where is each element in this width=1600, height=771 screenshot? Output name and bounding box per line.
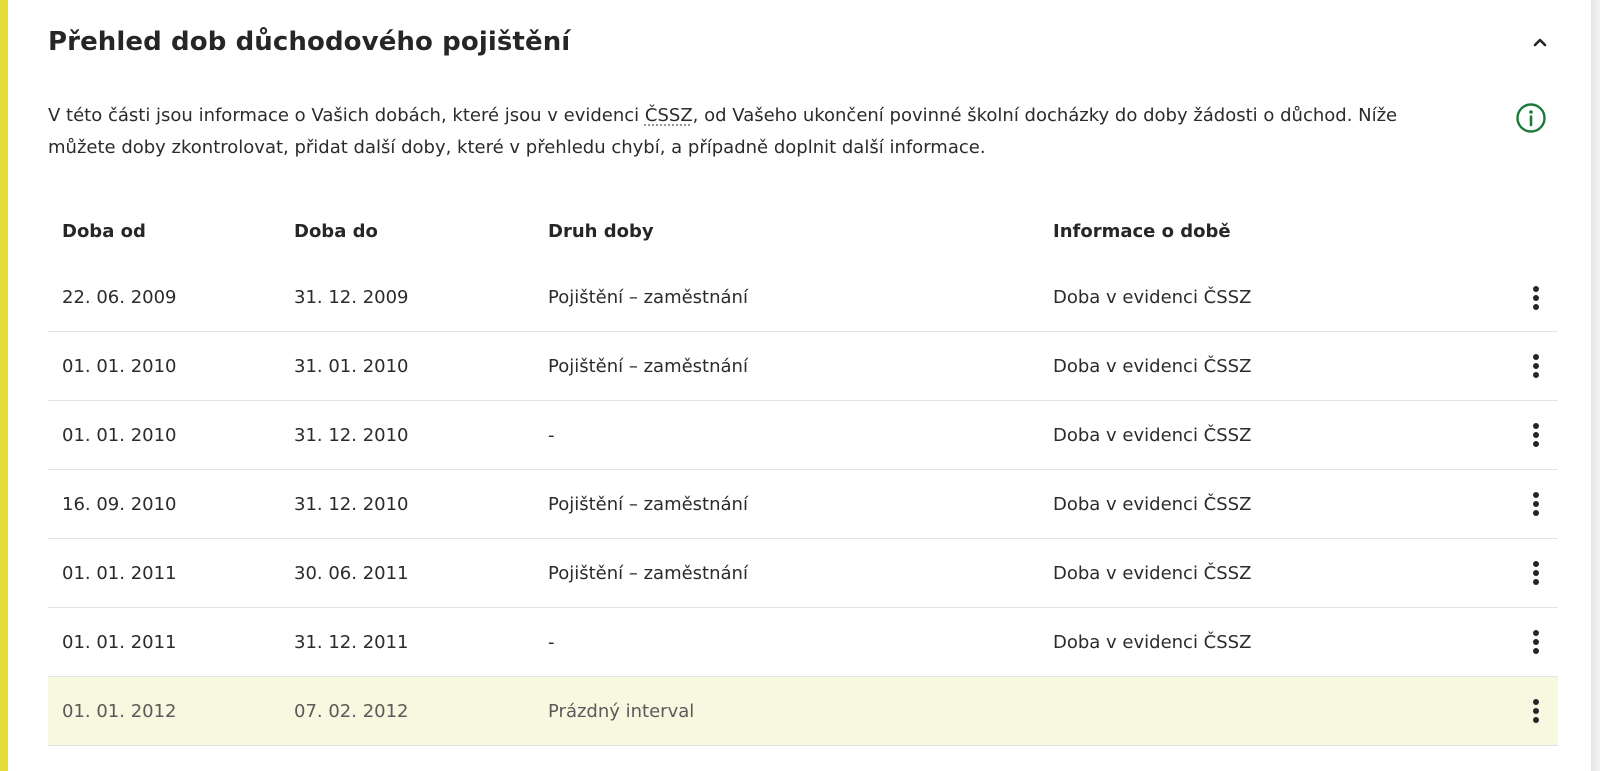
cell-period-to: 30. 06. 2011 bbox=[294, 562, 409, 584]
cell-period-to: 31. 01. 2010 bbox=[294, 355, 409, 377]
cell-period-from: 01. 01. 2010 bbox=[62, 355, 177, 377]
table-header: Doba od Doba do Druh doby Informace o do… bbox=[48, 198, 1558, 264]
cell-period-type: Pojištění – zaměstnání bbox=[548, 355, 748, 377]
cell-period-to: 07. 02. 2012 bbox=[294, 700, 409, 722]
cell-period-type: Pojištění – zaměstnání bbox=[548, 493, 748, 515]
row-actions bbox=[1458, 420, 1558, 450]
kebab-menu-icon[interactable] bbox=[1524, 351, 1548, 381]
cell-period-to: 31. 12. 2010 bbox=[294, 493, 409, 515]
cell-period-from: 01. 01. 2010 bbox=[62, 424, 177, 446]
section-title: Přehled dob důchodového pojištění bbox=[48, 27, 571, 57]
accent-bar bbox=[0, 0, 8, 771]
scroll-shadow bbox=[1591, 0, 1600, 771]
kebab-menu-icon[interactable] bbox=[1524, 558, 1548, 588]
cell-period-from: 16. 09. 2010 bbox=[62, 493, 177, 515]
cell-period-type: - bbox=[548, 424, 555, 446]
cell-period-type: Pojištění – zaměstnání bbox=[548, 562, 748, 584]
periods-table: Doba od Doba do Druh doby Informace o do… bbox=[48, 198, 1558, 746]
table-row: 01. 01. 2011 31. 12. 2011 - Doba v evide… bbox=[48, 608, 1558, 677]
kebab-menu-icon[interactable] bbox=[1524, 420, 1548, 450]
table-row: 22. 06. 2009 31. 12. 2009 Pojištění – za… bbox=[48, 264, 1558, 332]
kebab-menu-icon[interactable] bbox=[1524, 489, 1548, 519]
info-circle-icon bbox=[1516, 103, 1546, 133]
chevron-up-icon bbox=[1533, 38, 1547, 47]
cell-period-from: 01. 01. 2011 bbox=[62, 562, 177, 584]
header-period-from: Doba od bbox=[62, 220, 146, 242]
cell-period-info: Doba v evidenci ČSSZ bbox=[1053, 631, 1252, 653]
table-row: 16. 09. 2010 31. 12. 2010 Pojištění – za… bbox=[48, 470, 1558, 539]
cssz-abbreviation[interactable]: ČSSZ bbox=[645, 105, 693, 126]
cell-period-info: Doba v evidenci ČSSZ bbox=[1053, 287, 1252, 308]
cell-period-from: 01. 01. 2012 bbox=[62, 700, 177, 722]
table-row: 01. 01. 2010 31. 01. 2010 Pojištění – za… bbox=[48, 332, 1558, 401]
intro-text-start: V této části jsou informace o Vašich dob… bbox=[48, 105, 645, 126]
cell-period-type: - bbox=[548, 631, 555, 653]
table-row: 01. 01. 2010 31. 12. 2010 - Doba v evide… bbox=[48, 401, 1558, 470]
info-button[interactable] bbox=[1514, 101, 1548, 135]
cell-period-info: Doba v evidenci ČSSZ bbox=[1053, 562, 1252, 584]
kebab-menu-icon[interactable] bbox=[1524, 627, 1548, 657]
table-row: 01. 01. 2011 30. 06. 2011 Pojištění – za… bbox=[48, 539, 1558, 608]
cell-period-to: 31. 12. 2010 bbox=[294, 424, 409, 446]
row-actions bbox=[1458, 489, 1558, 519]
row-actions bbox=[1458, 558, 1558, 588]
cell-period-from: 22. 06. 2009 bbox=[62, 287, 177, 308]
header-period-type: Druh doby bbox=[548, 220, 654, 242]
section-intro: V této části jsou informace o Vašich dob… bbox=[48, 100, 1468, 164]
cell-period-to: 31. 12. 2011 bbox=[294, 631, 409, 653]
cell-period-from: 01. 01. 2011 bbox=[62, 631, 177, 653]
cell-period-type: Pojištění – zaměstnání bbox=[548, 287, 748, 308]
cell-period-info: Doba v evidenci ČSSZ bbox=[1053, 493, 1252, 515]
header-period-info: Informace o době bbox=[1053, 220, 1231, 242]
pension-periods-section: Přehled dob důchodového pojištění V této… bbox=[8, 0, 1591, 771]
table-row-empty-interval: 01. 01. 2012 07. 02. 2012 Prázdný interv… bbox=[48, 677, 1558, 746]
row-actions bbox=[1458, 351, 1558, 381]
collapse-button[interactable] bbox=[1522, 24, 1558, 60]
kebab-menu-icon[interactable] bbox=[1524, 283, 1548, 313]
kebab-menu-icon[interactable] bbox=[1524, 696, 1548, 726]
section-header[interactable]: Přehled dob důchodového pojištění bbox=[48, 18, 1558, 66]
page: Přehled dob důchodového pojištění V této… bbox=[0, 0, 1600, 771]
cell-period-type: Prázdný interval bbox=[548, 700, 695, 722]
row-actions bbox=[1458, 627, 1558, 657]
cell-period-info: Doba v evidenci ČSSZ bbox=[1053, 424, 1252, 446]
header-period-to: Doba do bbox=[294, 220, 378, 242]
cell-period-info: Doba v evidenci ČSSZ bbox=[1053, 355, 1252, 377]
row-actions bbox=[1458, 283, 1558, 313]
cell-period-to: 31. 12. 2009 bbox=[294, 287, 409, 308]
row-actions bbox=[1458, 696, 1558, 726]
